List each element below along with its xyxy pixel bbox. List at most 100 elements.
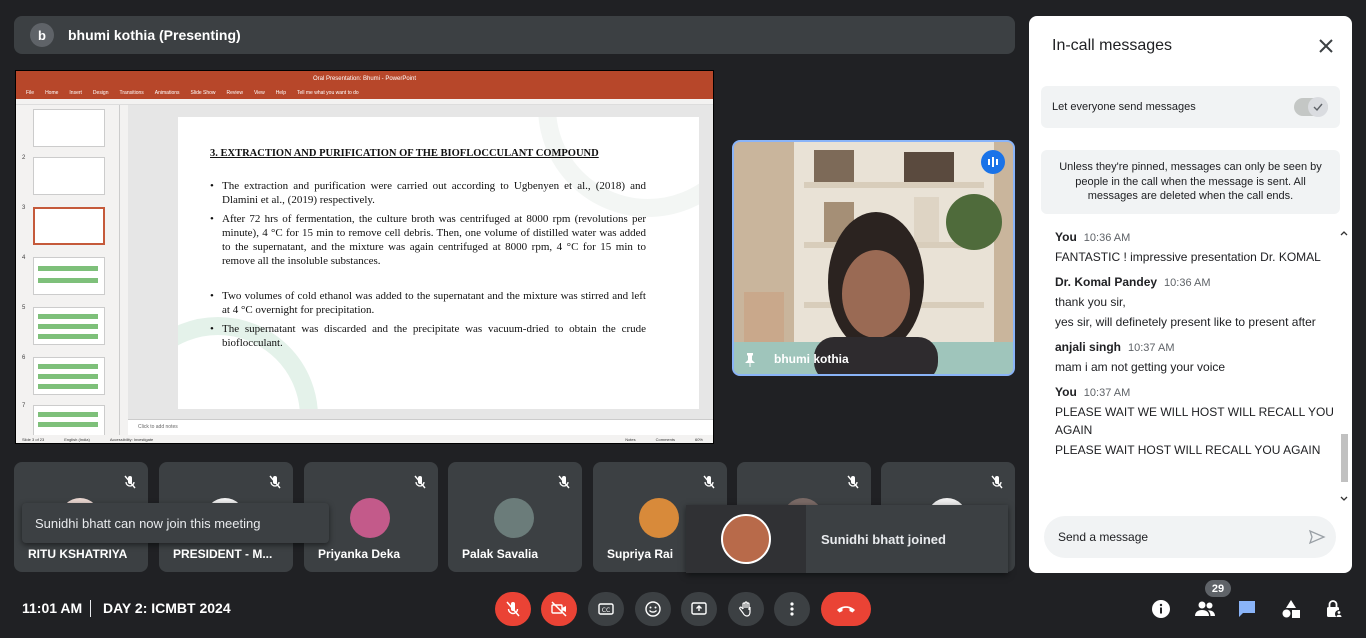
message-sender: Dr. Komal Pandey: [1055, 275, 1158, 289]
message-text: mam i am not getting your voice: [1055, 360, 1226, 374]
camera-toggle-button[interactable]: [541, 592, 577, 626]
message-sender: anjali singh: [1055, 340, 1122, 354]
presenter-bar: b bhumi kothia (Presenting): [14, 16, 1015, 54]
meeting-details-button[interactable]: [1150, 598, 1172, 620]
participant-name: PRESIDENT - M...: [173, 547, 273, 561]
scroll-up-icon[interactable]: [1339, 228, 1349, 238]
slide-thumb: [33, 257, 105, 295]
people-button[interactable]: [1194, 598, 1216, 620]
toggle-knob: [1308, 97, 1328, 117]
slide-bullet: Two volumes of cold ethanol was added to…: [210, 289, 646, 317]
ppt-ribbon: File Home Insert Design Transitions Anim…: [16, 87, 713, 99]
activities-icon: [1282, 600, 1300, 618]
status-zoom: 60%: [694, 436, 703, 442]
presenter-video-tile[interactable]: bhumi kothia: [732, 140, 1015, 376]
ribbon-tab-file: File: [26, 90, 35, 96]
mic-off-icon: [558, 475, 570, 489]
thumb-number: 6: [22, 355, 26, 361]
scroll-down-icon[interactable]: [1339, 494, 1349, 504]
chat-message: anjali singh 10:37 AM mam i am not gettin…: [1055, 340, 1335, 376]
ribbon-tell-me: Tell me what you want to do: [296, 90, 359, 96]
message-text: yes sir, will definetely present like to…: [1055, 315, 1316, 329]
ribbon-tab-animations: Animations: [154, 90, 180, 96]
joined-avatar: [721, 514, 771, 564]
raise-hand-button[interactable]: [728, 592, 764, 626]
end-call-button[interactable]: [821, 592, 871, 626]
slide-bullet: The extraction and purification were car…: [210, 179, 646, 207]
presenter-label: bhumi kothia (Presenting): [68, 27, 241, 43]
participant-tile[interactable]: Palak Savalia: [448, 462, 582, 572]
ribbon-tab-review: Review: [226, 90, 243, 96]
thumb-number: 2: [22, 155, 26, 161]
meeting-title: DAY 2: ICMBT 2024: [103, 600, 231, 616]
send-icon[interactable]: [1308, 528, 1326, 546]
pin-icon[interactable]: [742, 352, 758, 368]
ribbon-tab-insert: Insert: [69, 90, 82, 96]
joined-text: Sunidhi bhatt joined: [821, 531, 946, 547]
message-input[interactable]: Send a message: [1044, 516, 1336, 558]
host-controls-button[interactable]: [1323, 598, 1345, 620]
participant-name: RITU KSHATRIYA: [28, 547, 128, 561]
slide-thumbnails: 2 3 4 5 6 7: [16, 105, 120, 443]
people-icon: [1195, 601, 1215, 616]
ppt-title-bar: Oral Presentation: Bhumi - PowerPoint: [16, 71, 713, 87]
message-text: PLEASE WAIT WE WILL HOST WILL RECALL YOU…: [1055, 405, 1334, 437]
captions-button[interactable]: CC: [588, 592, 624, 626]
slide-thumb: [33, 357, 105, 395]
more-options-button[interactable]: [774, 592, 810, 626]
present-button[interactable]: [681, 592, 717, 626]
speaking-indicator-icon: [981, 150, 1005, 174]
chat-info-notice: Unless they're pinned, messages can only…: [1041, 150, 1340, 214]
clock: 11:01 AM: [22, 600, 83, 616]
mic-off-icon: [703, 475, 715, 489]
chat-icon: [1239, 601, 1255, 617]
presenter-video: [734, 142, 1013, 374]
ppt-status-bar: Slide 3 of 23 English (India) Accessibil…: [16, 435, 713, 443]
participant-name: Priyanka Deka: [318, 547, 401, 561]
thumb-number: 3: [22, 205, 26, 211]
check-icon: [1313, 103, 1323, 112]
reactions-button[interactable]: [635, 592, 671, 626]
ppt-thumb-scrollbar: [120, 105, 128, 435]
chat-message: You 10:37 AM PLEASE WAIT WE WILL HOST WIL…: [1055, 385, 1335, 459]
let-everyone-label: Let everyone send messages: [1052, 101, 1196, 113]
let-everyone-toggle[interactable]: [1294, 97, 1328, 117]
chat-message: Dr. Komal Pandey 10:36 AM thank you sir, …: [1055, 275, 1335, 331]
thumb-number: 5: [22, 305, 26, 311]
ribbon-tab-home: Home: [45, 90, 59, 96]
participant-count-badge: 29: [1205, 580, 1231, 597]
status-comments: Comments: [655, 436, 675, 442]
mic-off-icon: [414, 475, 426, 489]
camera-off-icon: [551, 601, 567, 617]
joined-avatar-area: [686, 505, 806, 573]
shared-screen[interactable]: Oral Presentation: Bhumi - PowerPoint Fi…: [15, 70, 714, 444]
current-slide: 3. EXTRACTION AND PURIFICATION OF THE BI…: [178, 117, 699, 409]
thumb-number: 4: [22, 255, 26, 261]
presenter-video-name: bhumi kothia: [774, 352, 849, 366]
lock-person-icon: [1327, 600, 1343, 618]
slide-thumb: [33, 157, 105, 195]
message-time: 10:36 AM: [1083, 232, 1131, 244]
mic-toggle-button[interactable]: [495, 592, 531, 626]
hang-up-icon: [837, 606, 855, 613]
close-icon[interactable]: [1318, 38, 1334, 54]
mic-off-icon: [506, 601, 520, 617]
let-everyone-send-setting: Let everyone send messages: [1041, 86, 1340, 128]
activities-button[interactable]: [1280, 598, 1302, 620]
ppt-body: 2 3 4 5 6 7 3. EXTRACTION AND PURIFICATI…: [16, 105, 713, 443]
mic-off-icon: [847, 475, 859, 489]
svg-text:CC: CC: [602, 607, 610, 614]
message-input-placeholder: Send a message: [1058, 530, 1149, 544]
chat-scrollbar[interactable]: [1339, 228, 1349, 504]
slide-bullet: After 72 hrs of fermentation, the cultur…: [210, 212, 646, 268]
status-accessibility: Accessibility: Investigate: [109, 436, 154, 442]
thumb-number: 7: [22, 403, 26, 409]
slide-thumb-active: [33, 207, 105, 245]
chat-button[interactable]: [1236, 598, 1258, 620]
mic-off-icon: [269, 475, 281, 489]
scroll-thumb[interactable]: [1341, 434, 1348, 482]
presenter-avatar: b: [30, 23, 54, 47]
participant-avatar: [350, 498, 390, 538]
ribbon-tab-view: View: [253, 90, 265, 96]
hand-icon: [739, 601, 751, 617]
